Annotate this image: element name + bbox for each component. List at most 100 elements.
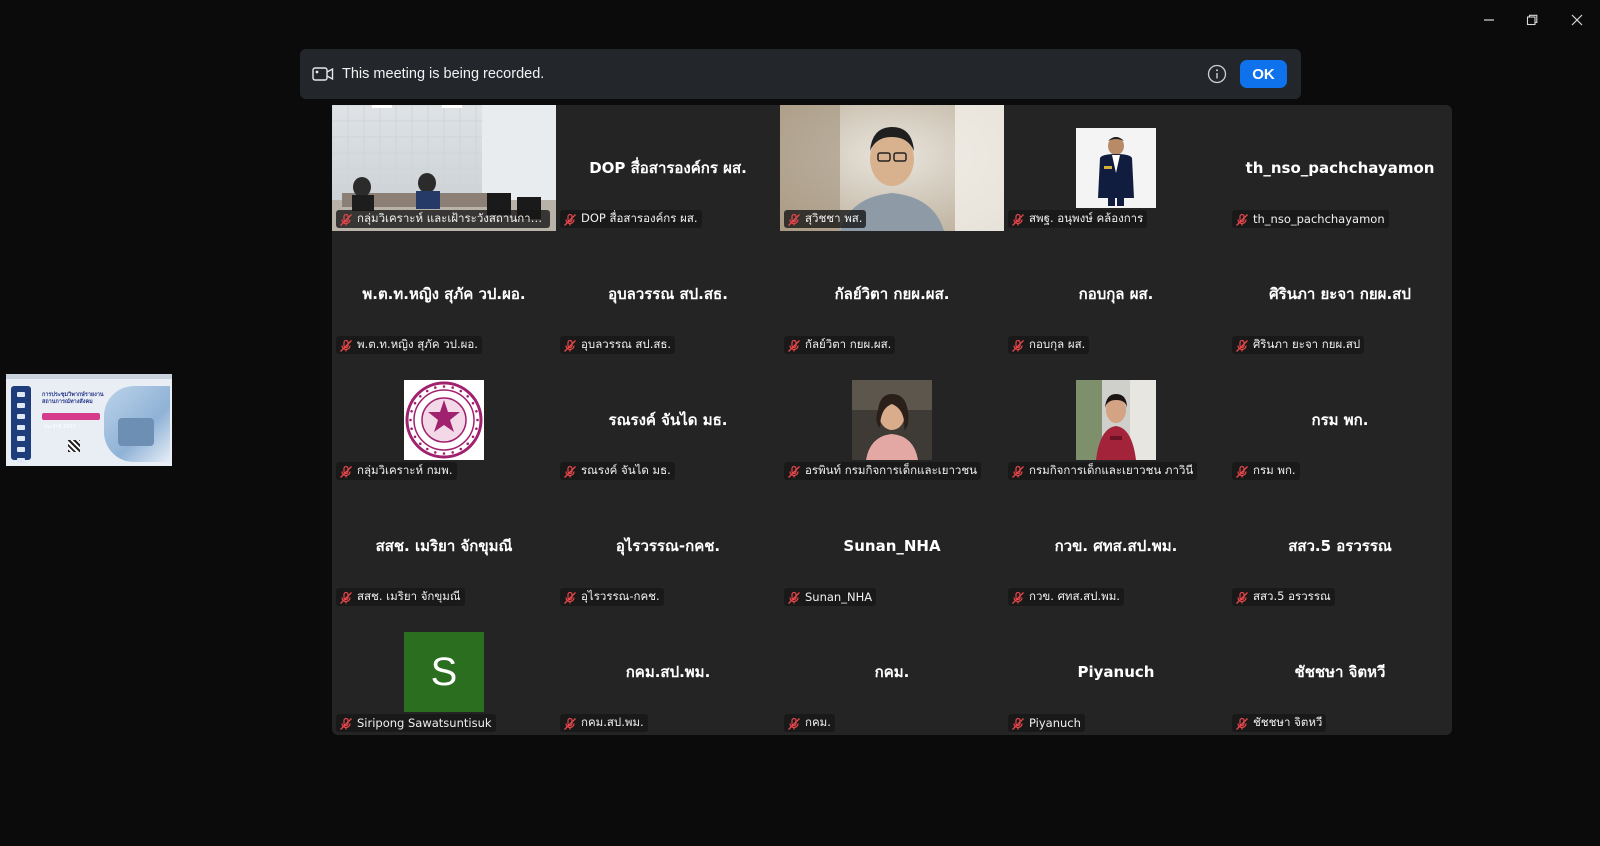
mic-muted-icon: [787, 590, 801, 604]
participant-tile[interactable]: อุบลวรรณ สป.สธ. อุบลวรรณ สป.สธ.: [556, 231, 780, 357]
mic-muted-icon: [563, 212, 577, 226]
participant-tile[interactable]: Piyanuch Piyanuch: [1004, 609, 1228, 735]
mic-muted-icon: [787, 716, 801, 730]
participant-display-name: กัลย์วิตา กยผ.ผส.: [834, 285, 950, 303]
mic-muted-icon: [563, 716, 577, 730]
mic-muted-icon: [1011, 212, 1025, 226]
participant-name-label: สสว.5 อรวรรณ: [1232, 588, 1335, 606]
participant-name: ศิรินภา ยะจา กยผ.สป: [1253, 337, 1361, 351]
participant-name: อรพินท์ กรมกิจการเด็กและเยาวชน: [805, 463, 978, 477]
mic-muted-icon: [787, 338, 801, 352]
participant-display-name: Piyanuch: [1077, 663, 1155, 681]
avatar: [852, 380, 932, 460]
mic-muted-icon: [563, 338, 577, 352]
participant-name: สุวิชชา พส.: [805, 211, 863, 225]
participant-name: กรม พก.: [1253, 463, 1296, 477]
mic-muted-icon: [563, 464, 577, 478]
participant-name: สพฐ. อนุพงษ์ คล้องการ: [1029, 211, 1144, 225]
participant-name: th_nso_pachchayamon: [1253, 212, 1385, 226]
participant-name: กัลย์วิตา กยผ.ผส.: [805, 337, 892, 351]
participant-display-name: รณรงค์ จันได มธ.: [608, 411, 728, 429]
participant-name: DOP สื่อสารองค์กร ผส.: [581, 211, 698, 225]
participant-tile[interactable]: กลุ่มวิเคราะห์ กมพ.: [332, 357, 556, 483]
participant-tile[interactable]: กรมกิจการเด็กและเยาวชน ภาวินี: [1004, 357, 1228, 483]
close-icon[interactable]: [1562, 8, 1592, 32]
participant-tile[interactable]: สสช. เมริยา จักขุมณี สสช. เมริยา จักขุมณี: [332, 483, 556, 609]
participant-tile[interactable]: สสว.5 อรวรรณ สสว.5 อรวรรณ: [1228, 483, 1452, 609]
participant-name: Siripong Sawatsuntisuk: [357, 716, 492, 730]
recording-banner: This meeting is being recorded. OK: [300, 49, 1301, 99]
mic-muted-icon: [1235, 590, 1249, 604]
participant-display-name: สสช. เมริยา จักขุมณี: [375, 537, 513, 555]
participant-tile[interactable]: กัลย์วิตา กยผ.ผส. กัลย์วิตา กยผ.ผส.: [780, 231, 1004, 357]
participant-display-name: กอบกุล ผส.: [1078, 285, 1154, 303]
participant-tile[interactable]: กคม.สป.พม. กคม.สป.พม.: [556, 609, 780, 735]
mic-muted-icon: [1235, 212, 1249, 226]
mic-muted-icon: [339, 590, 353, 604]
participant-tile[interactable]: กวข. ศทส.สป.พม. กวข. ศทส.สป.พม.: [1004, 483, 1228, 609]
avatar: [1076, 128, 1156, 208]
mic-muted-icon: [1235, 464, 1249, 478]
participant-name: กรมกิจการเด็กและเยาวชน ภาวินี: [1029, 463, 1194, 477]
participant-name: Piyanuch: [1029, 716, 1081, 730]
participant-tile[interactable]: กอบกุล ผส. กอบกุล ผส.: [1004, 231, 1228, 357]
share-year-badge: ประจำปี 2567: [42, 413, 100, 430]
participant-display-name: กคม.: [874, 663, 910, 681]
participant-name: อุไรวรรณ-กคช.: [581, 589, 660, 603]
participant-tile[interactable]: พ.ต.ท.หญิง สุภัค วป.ผอ. พ.ต.ท.หญิง สุภัค …: [332, 231, 556, 357]
participant-tile[interactable]: กคม. กคม.: [780, 609, 1004, 735]
participant-name-label: กรมกิจการเด็กและเยาวชน ภาวินี: [1008, 462, 1198, 480]
participant-name-label: DOP สื่อสารองค์กร ผส.: [560, 210, 702, 228]
ok-button[interactable]: OK: [1240, 60, 1287, 88]
participant-display-name: อุไรวรรณ-กคช.: [615, 537, 721, 555]
participant-tile[interactable]: กลุ่มวิเคราะห์ และเฝ้าระวังสถานการณ์ทางส…: [332, 105, 556, 231]
mic-muted-icon: [1011, 338, 1025, 352]
participant-tile[interactable]: รณรงค์ จันได มธ. รณรงค์ จันได มธ.: [556, 357, 780, 483]
participant-name: อุบลวรรณ สป.สธ.: [581, 337, 672, 351]
participant-tile[interactable]: อุไรวรรณ-กคช. อุไรวรรณ-กคช.: [556, 483, 780, 609]
mic-muted-icon: [339, 716, 353, 730]
mic-muted-icon: [1011, 590, 1025, 604]
mic-muted-icon: [563, 590, 577, 604]
video-record-icon: [312, 66, 334, 82]
restore-icon[interactable]: [1517, 8, 1547, 32]
avatar: [1076, 380, 1156, 460]
participant-name: กคม.: [805, 715, 831, 729]
participant-display-name: ศิรินภา ยะจา กยผ.สป: [1269, 285, 1411, 303]
mic-muted-icon: [1235, 338, 1249, 352]
participant-tile[interactable]: กรม พก. กรม พก.: [1228, 357, 1452, 483]
participant-name-label: กวข. ศทส.สป.พม.: [1008, 588, 1124, 606]
shared-screen-thumbnail[interactable]: การประชุมวิพากษ์รายงาน สถานการณ์ทางสังคม…: [6, 374, 172, 466]
participant-display-name: th_nso_pachchayamon: [1245, 159, 1435, 177]
participant-display-name: DOP สื่อสารองค์กร ผส.: [589, 159, 747, 177]
participant-tile[interactable]: อรพินท์ กรมกิจการเด็กและเยาวชน: [780, 357, 1004, 483]
qr-code-icon: [68, 440, 80, 452]
participant-tile[interactable]: S Siripong Sawatsuntisuk: [332, 609, 556, 735]
participant-name-label: อุไรวรรณ-กคช.: [560, 588, 664, 606]
avatar: [404, 380, 484, 460]
participant-tile[interactable]: สุวิชชา พส.: [780, 105, 1004, 231]
participant-tile[interactable]: th_nso_pachchayamon th_nso_pachchayamon: [1228, 105, 1452, 231]
participant-name-label: Sunan_NHA: [784, 588, 877, 606]
info-icon[interactable]: [1206, 63, 1228, 85]
participant-name: รณรงค์ จันได มธ.: [581, 463, 671, 477]
participant-tile[interactable]: Sunan_NHA Sunan_NHA: [780, 483, 1004, 609]
participant-name-label: Piyanuch: [1008, 714, 1085, 732]
participant-name-label: กอบกุล ผส.: [1008, 336, 1090, 354]
participant-name: Sunan_NHA: [805, 590, 873, 604]
participant-tile[interactable]: DOP สื่อสารองค์กร ผส. DOP สื่อสารองค์กร ผ…: [556, 105, 780, 231]
participant-tile[interactable]: ศิรินภา ยะจา กยผ.สป ศิรินภา ยะจา กยผ.สป: [1228, 231, 1452, 357]
participant-tile[interactable]: ชัชชษา จิตหวี ชัชชษา จิตหวี: [1228, 609, 1452, 735]
participant-display-name: ชัชชษา จิตหวี: [1294, 663, 1386, 681]
share-title: การประชุมวิพากษ์รายงาน สถานการณ์ทางสังคม: [42, 392, 104, 405]
participant-name-label: รณรงค์ จันได มธ.: [560, 462, 675, 480]
recording-message: This meeting is being recorded.: [342, 66, 545, 82]
participant-tile[interactable]: สพฐ. อนุพงษ์ คล้องการ: [1004, 105, 1228, 231]
participant-name: ชัชชษา จิตหวี: [1253, 715, 1323, 729]
participant-name-label: กัลย์วิตา กยผ.ผส.: [784, 336, 896, 354]
mic-muted-icon: [787, 464, 801, 478]
participant-display-name: กคม.สป.พม.: [625, 663, 711, 681]
participant-name-label: อุบลวรรณ สป.สธ.: [560, 336, 676, 354]
mic-muted-icon: [1011, 464, 1025, 478]
minimize-icon[interactable]: [1474, 8, 1504, 32]
